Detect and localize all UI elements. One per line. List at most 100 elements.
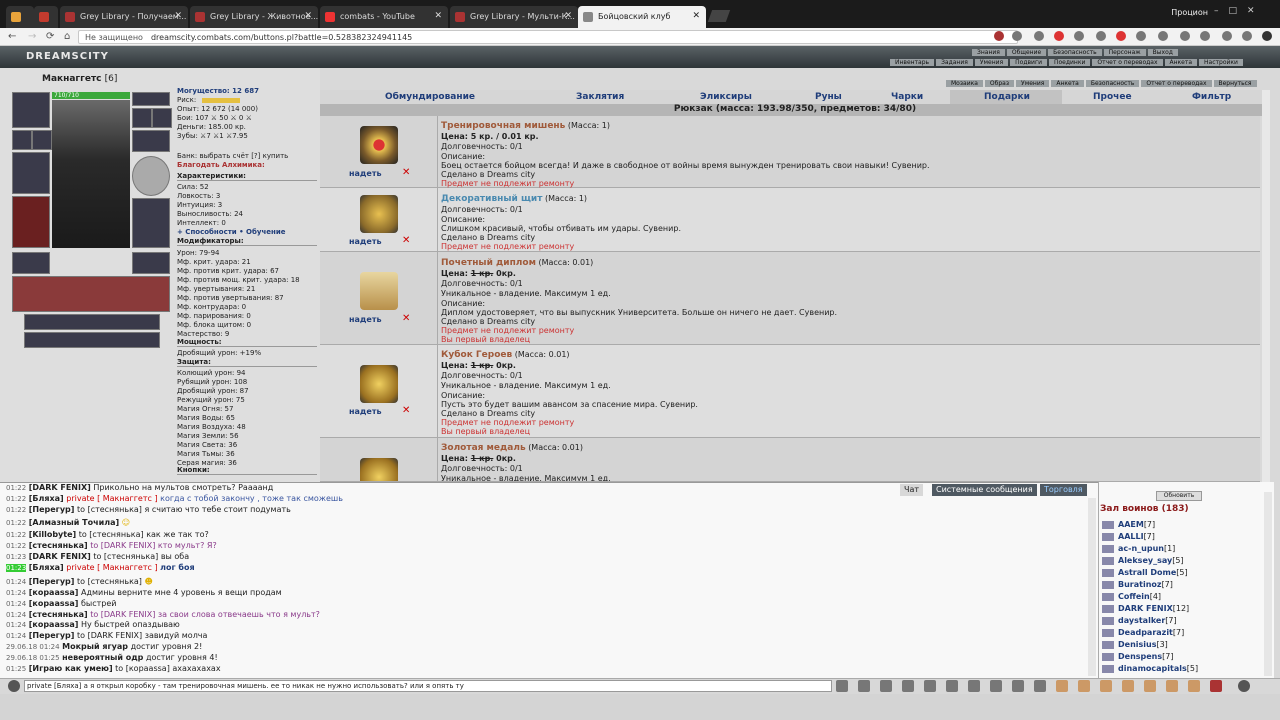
online-user[interactable]: Aleksey_say[5]	[1102, 556, 1184, 565]
chat-bubble-icon[interactable]	[1102, 556, 1114, 565]
smiley-icon[interactable]	[990, 680, 1002, 692]
browser-tab[interactable]: Grey Library - Животное... ✕	[190, 6, 318, 28]
tab-elixirs[interactable]: Эликсиры	[700, 92, 752, 102]
belt-items-row[interactable]	[12, 276, 170, 312]
menu-item[interactable]: Вернуться	[1213, 80, 1257, 87]
chat-target[interactable]: to [стеснянька]	[79, 530, 144, 539]
rune-slots[interactable]	[24, 314, 160, 330]
tab-filter[interactable]: Фильтр	[1192, 92, 1231, 102]
item-name[interactable]: Почетный диплом	[441, 258, 536, 268]
gloves-slot[interactable]	[132, 130, 170, 152]
bank-link[interactable]: Банк: выбрать счёт [?] купить	[177, 152, 288, 160]
chat-nick[interactable]: [DARK FENIX]	[29, 483, 91, 492]
chat-target[interactable]: to [стеснянька]	[77, 505, 142, 514]
put-on-link[interactable]: надеть	[349, 237, 382, 246]
forward-arrow-icon[interactable]: →	[28, 31, 36, 42]
menu-item[interactable]: Знания	[972, 49, 1005, 56]
chat-nick[interactable]: [Перегур]	[29, 505, 75, 514]
online-user[interactable]: Coffein[4]	[1102, 592, 1161, 601]
section-defense[interactable]: Защита:	[177, 358, 317, 367]
online-user[interactable]: Buratinoz[7]	[1102, 580, 1173, 589]
chat-nick[interactable]: [Перегур]	[29, 631, 75, 640]
chat-nick[interactable]: [стеснянька]	[29, 541, 88, 550]
helmet-slot[interactable]	[12, 92, 50, 128]
put-on-link[interactable]: надеть	[349, 315, 382, 324]
delete-icon[interactable]: ✕	[402, 167, 410, 178]
menu-item[interactable]: Анкета	[1164, 59, 1198, 66]
chat-nick[interactable]: [Перегур]	[29, 577, 75, 586]
chat-target[interactable]: to [стеснянька]	[77, 577, 142, 586]
tool-icon[interactable]	[1166, 680, 1178, 692]
chat-bubble-icon[interactable]	[1102, 532, 1114, 541]
boots-slot[interactable]	[132, 252, 170, 274]
online-user[interactable]: AAEM[7]	[1102, 520, 1155, 529]
item-name[interactable]: Золотая медаль	[441, 443, 526, 453]
tab-cups[interactable]: Чарки	[891, 92, 923, 102]
online-scrollbar[interactable]	[1264, 492, 1272, 676]
browser-tab-active[interactable]: Бойцовский клуб ✕	[578, 6, 706, 28]
chat-nick[interactable]: [стеснянька]	[29, 610, 88, 619]
menu-item[interactable]: Безопасность	[1085, 80, 1140, 87]
user-name[interactable]: Deadparazit	[1118, 628, 1173, 637]
delete-icon[interactable]: ✕	[402, 313, 410, 324]
chat-nick[interactable]: [Бляха]	[29, 563, 64, 572]
online-user[interactable]: AALLI[7]	[1102, 532, 1155, 541]
extension-icon[interactable]	[1136, 31, 1146, 41]
put-on-link[interactable]: надеть	[349, 169, 382, 178]
browser-tab[interactable]: combats - YouTube ✕	[320, 6, 448, 28]
browser-tab[interactable]: Grey Library - Получаем... ✕	[60, 6, 188, 28]
home-icon[interactable]: ⌂	[64, 31, 70, 42]
earring-slot[interactable]	[12, 130, 32, 150]
section-characteristics[interactable]: Характеристики:	[177, 172, 317, 181]
section-buttons[interactable]: Кнопки:	[177, 466, 317, 475]
reload-icon[interactable]: ⟳	[46, 31, 54, 42]
close-icon[interactable]: ✕	[564, 11, 572, 21]
chat-target[interactable]: to [стеснянька]	[93, 552, 158, 561]
user-name[interactable]: daystalker	[1118, 616, 1165, 625]
tool-icon[interactable]	[858, 680, 870, 692]
extension-icon[interactable]	[1180, 31, 1190, 41]
extension-icon[interactable]	[1158, 31, 1168, 41]
tab-runes[interactable]: Руны	[815, 92, 842, 102]
close-icon[interactable]: ✕	[434, 11, 442, 21]
user-name[interactable]: dinamocapitals	[1118, 664, 1187, 673]
tab-gifts[interactable]: Подарки	[984, 92, 1030, 102]
bookmark-star-icon[interactable]	[1012, 31, 1022, 41]
chat-bubble-icon[interactable]	[1102, 568, 1114, 577]
menu-item[interactable]: Образ	[984, 80, 1015, 87]
user-name[interactable]: Coffein	[1118, 592, 1150, 601]
shield-icon[interactable]	[360, 195, 398, 233]
amulet-slot[interactable]	[32, 130, 52, 150]
belt-slot[interactable]	[12, 252, 50, 274]
chat-target[interactable]: to [DARK FENIX]	[77, 631, 142, 640]
user-name[interactable]: Denisius	[1118, 640, 1156, 649]
character-name[interactable]: Макнаггетс [6]	[42, 74, 117, 84]
back-arrow-icon[interactable]: ←	[8, 31, 16, 42]
ring-slot[interactable]	[152, 108, 172, 128]
private-target[interactable]: private [ Макнаггетс ]	[66, 563, 157, 572]
tool-icon[interactable]	[1144, 680, 1156, 692]
menu-item[interactable]: Общение	[1006, 49, 1047, 56]
tab-equipment[interactable]: Обмундирование	[385, 92, 475, 102]
online-user[interactable]: Denspens[7]	[1102, 652, 1173, 661]
user-name[interactable]: AAEM	[1118, 520, 1144, 529]
play-icon[interactable]	[1238, 680, 1250, 692]
chat-mode-icon[interactable]	[8, 680, 20, 692]
chat-scrollbar[interactable]	[1088, 498, 1096, 676]
tab-spells[interactable]: Заклятия	[576, 92, 624, 102]
abilities-link[interactable]: + Способности • Обучение	[177, 228, 285, 236]
browser-tab[interactable]: Grey Library - Мульти-К... ✕	[450, 6, 578, 28]
browser-tab-pinned[interactable]	[34, 6, 58, 28]
chat-target[interactable]: to [DARK FENIX]	[90, 541, 155, 550]
user-name[interactable]: Denspens	[1118, 652, 1162, 661]
chat-bubble-icon[interactable]	[1102, 544, 1114, 553]
item-name[interactable]: Кубок Героев	[441, 350, 512, 360]
online-user[interactable]: Denisius[3]	[1102, 640, 1168, 649]
chat-nick[interactable]: [корааssa]	[29, 599, 79, 608]
chat-bubble-icon[interactable]	[1102, 640, 1114, 649]
tool-icon[interactable]	[902, 680, 914, 692]
chat-input[interactable]: private [Бляха] а я открыл коробку - там…	[24, 680, 832, 692]
tool-icon[interactable]	[1122, 680, 1134, 692]
target-icon[interactable]	[360, 126, 398, 164]
chat-nick[interactable]: [DARK FENIX]	[29, 552, 91, 561]
